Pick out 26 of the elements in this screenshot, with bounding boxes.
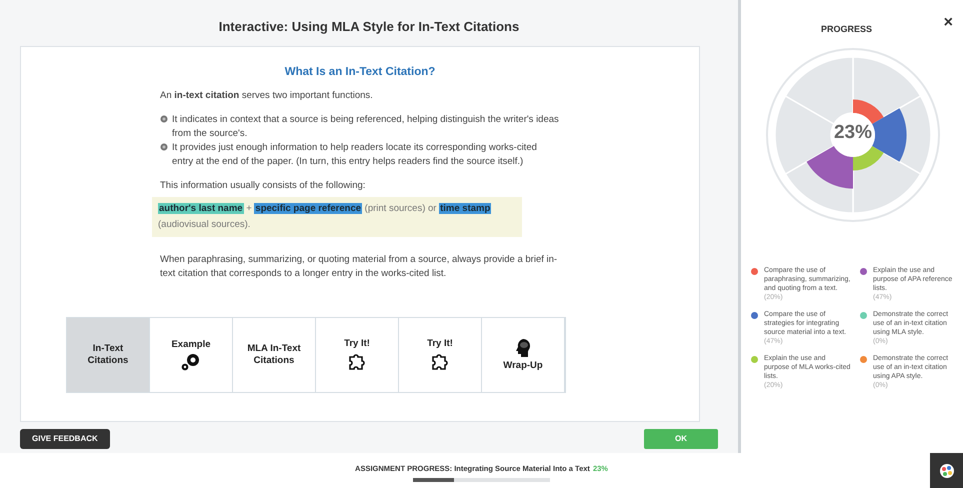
bullet-text: It indicates in context that a source is being referenced, helping distinguish the writer's ideas from the source's. [172, 112, 560, 140]
give-feedback-button[interactable]: GIVE FEEDBACK [20, 428, 110, 448]
panel-title: PROGRESS [821, 23, 872, 36]
highlighted-term: specific page reference [254, 202, 362, 214]
section-heading: What Is an In-Text Citation? [284, 64, 436, 78]
percent-text: 23% [833, 121, 873, 145]
head-profile-icon [514, 338, 532, 358]
bullet-icon [160, 114, 168, 122]
bullet-icon [160, 142, 168, 150]
puzzle-piece-icon [347, 352, 367, 372]
app-launcher-button[interactable] [930, 453, 963, 488]
close-button[interactable]: × [944, 15, 953, 31]
activity-title: Interactive: Using MLA Style for In-Text Citations [218, 18, 520, 36]
puzzle-piece-icon [430, 352, 450, 372]
formula-text: + [246, 202, 252, 214]
gears-icon [181, 352, 201, 370]
highlighted-term: author's last name [158, 202, 244, 214]
formula-text: (audiovisual sources). [158, 218, 250, 230]
highlighted-term: time stamp [439, 202, 492, 214]
lesson-tab[interactable]: In-Text Citations [67, 318, 150, 392]
intro-text: An in-text citation serves two important functions. [160, 88, 374, 102]
closing-text: When paraphrasing, summarizing, or quoting material from a source, always provide a brief in-text citation that corresponds to a longer entry in the works-cited list. [160, 252, 558, 280]
lead-text: This information usually consists of the following: [160, 178, 366, 192]
formula-text: (print sources) or [364, 202, 436, 214]
color-wheel-icon [938, 462, 954, 478]
bullet-text: It provides just enough information to help readers locate its corresponding works-cited entry at the end of the paper. (In turn, this entry helps readers find the source itself.) [172, 140, 538, 168]
